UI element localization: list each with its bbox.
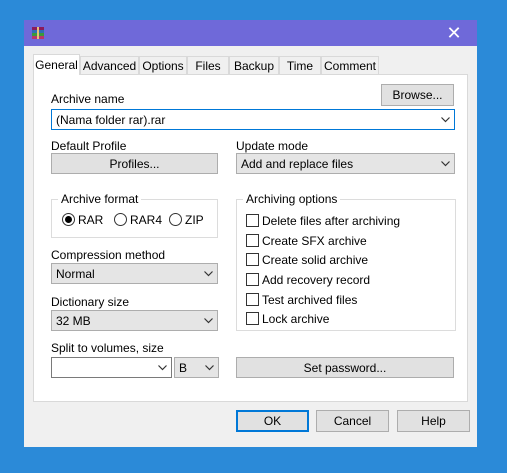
tab-general[interactable]: General	[33, 54, 80, 75]
delete-files-label[interactable]: Delete files after archiving	[262, 214, 400, 228]
chevron-down-icon	[441, 160, 450, 166]
split-volumes-label: Split to volumes, size	[51, 341, 164, 355]
update-mode-label: Update mode	[236, 139, 309, 153]
zip-radio[interactable]	[169, 213, 182, 226]
create-solid-label[interactable]: Create solid archive	[262, 253, 368, 267]
lock-archive-label[interactable]: Lock archive	[262, 312, 329, 326]
create-sfx-label[interactable]: Create SFX archive	[262, 234, 367, 248]
compression-method-label: Compression method	[51, 248, 166, 262]
recovery-record-label[interactable]: Add recovery record	[262, 273, 370, 287]
archive-format-group: Archive format RAR RAR4 ZIP	[51, 192, 218, 238]
archive-name-value: (Nama folder rar).rar	[56, 112, 166, 127]
archiving-options-group: Archiving options Delete files after arc…	[236, 192, 456, 331]
set-password-button[interactable]: Set password...	[236, 357, 454, 378]
dictionary-size-label: Dictionary size	[51, 295, 130, 309]
create-solid-checkbox[interactable]	[246, 253, 259, 266]
recovery-record-checkbox[interactable]	[246, 273, 259, 286]
chevron-down-icon	[205, 364, 214, 370]
close-icon: ✕	[446, 22, 462, 43]
update-mode-value: Add and replace files	[241, 156, 354, 171]
chevron-down-icon	[204, 317, 213, 323]
cancel-button[interactable]: Cancel	[316, 410, 389, 432]
winrar-books-icon	[32, 27, 44, 39]
test-files-label[interactable]: Test archived files	[262, 293, 357, 307]
tab-options[interactable]: Options	[139, 56, 187, 74]
archive-name-label: Archive name	[51, 92, 125, 106]
create-sfx-checkbox[interactable]	[246, 234, 259, 247]
tab-files[interactable]: Files	[187, 56, 229, 74]
delete-files-checkbox[interactable]	[246, 214, 259, 227]
tab-backup[interactable]: Backup	[229, 56, 279, 74]
default-profile-label: Default Profile	[51, 139, 127, 153]
ok-button[interactable]: OK	[236, 410, 309, 432]
rar4-radio[interactable]	[114, 213, 127, 226]
profiles-button[interactable]: Profiles...	[51, 153, 218, 174]
help-button[interactable]: Help	[397, 410, 470, 432]
tab-comment[interactable]: Comment	[321, 56, 379, 74]
compression-method-select[interactable]: Normal	[51, 263, 218, 284]
split-unit-value: B	[179, 360, 188, 375]
archive-format-title: Archive format	[58, 192, 142, 206]
rar-radio-label[interactable]: RAR	[78, 213, 103, 227]
archiving-options-title: Archiving options	[243, 192, 341, 206]
tab-advanced[interactable]: Advanced	[80, 56, 139, 74]
title-bar[interactable]: ✕	[24, 20, 477, 46]
zip-radio-label[interactable]: ZIP	[185, 213, 204, 227]
browse-button[interactable]: Browse...	[381, 84, 454, 106]
chevron-down-icon[interactable]	[158, 364, 167, 371]
rar-radio[interactable]	[62, 213, 75, 226]
rar4-radio-label[interactable]: RAR4	[130, 213, 162, 227]
chevron-down-icon[interactable]	[441, 116, 450, 123]
close-button[interactable]: ✕	[431, 20, 477, 46]
split-volumes-input[interactable]	[51, 357, 172, 378]
dictionary-size-value: 32 MB	[56, 313, 91, 328]
lock-archive-checkbox[interactable]	[246, 312, 259, 325]
archive-dialog: ✕ General Advanced Options Files Backup …	[24, 20, 477, 447]
compression-method-value: Normal	[56, 266, 95, 281]
archive-name-input[interactable]: (Nama folder rar).rar	[51, 109, 455, 130]
dictionary-size-select[interactable]: 32 MB	[51, 310, 218, 331]
general-panel: Archive name Browse... (Nama folder rar)…	[33, 74, 468, 402]
tab-time[interactable]: Time	[279, 56, 321, 74]
update-mode-select[interactable]: Add and replace files	[236, 153, 455, 174]
split-unit-select[interactable]: B	[174, 357, 219, 378]
test-files-checkbox[interactable]	[246, 293, 259, 306]
chevron-down-icon	[204, 270, 213, 276]
